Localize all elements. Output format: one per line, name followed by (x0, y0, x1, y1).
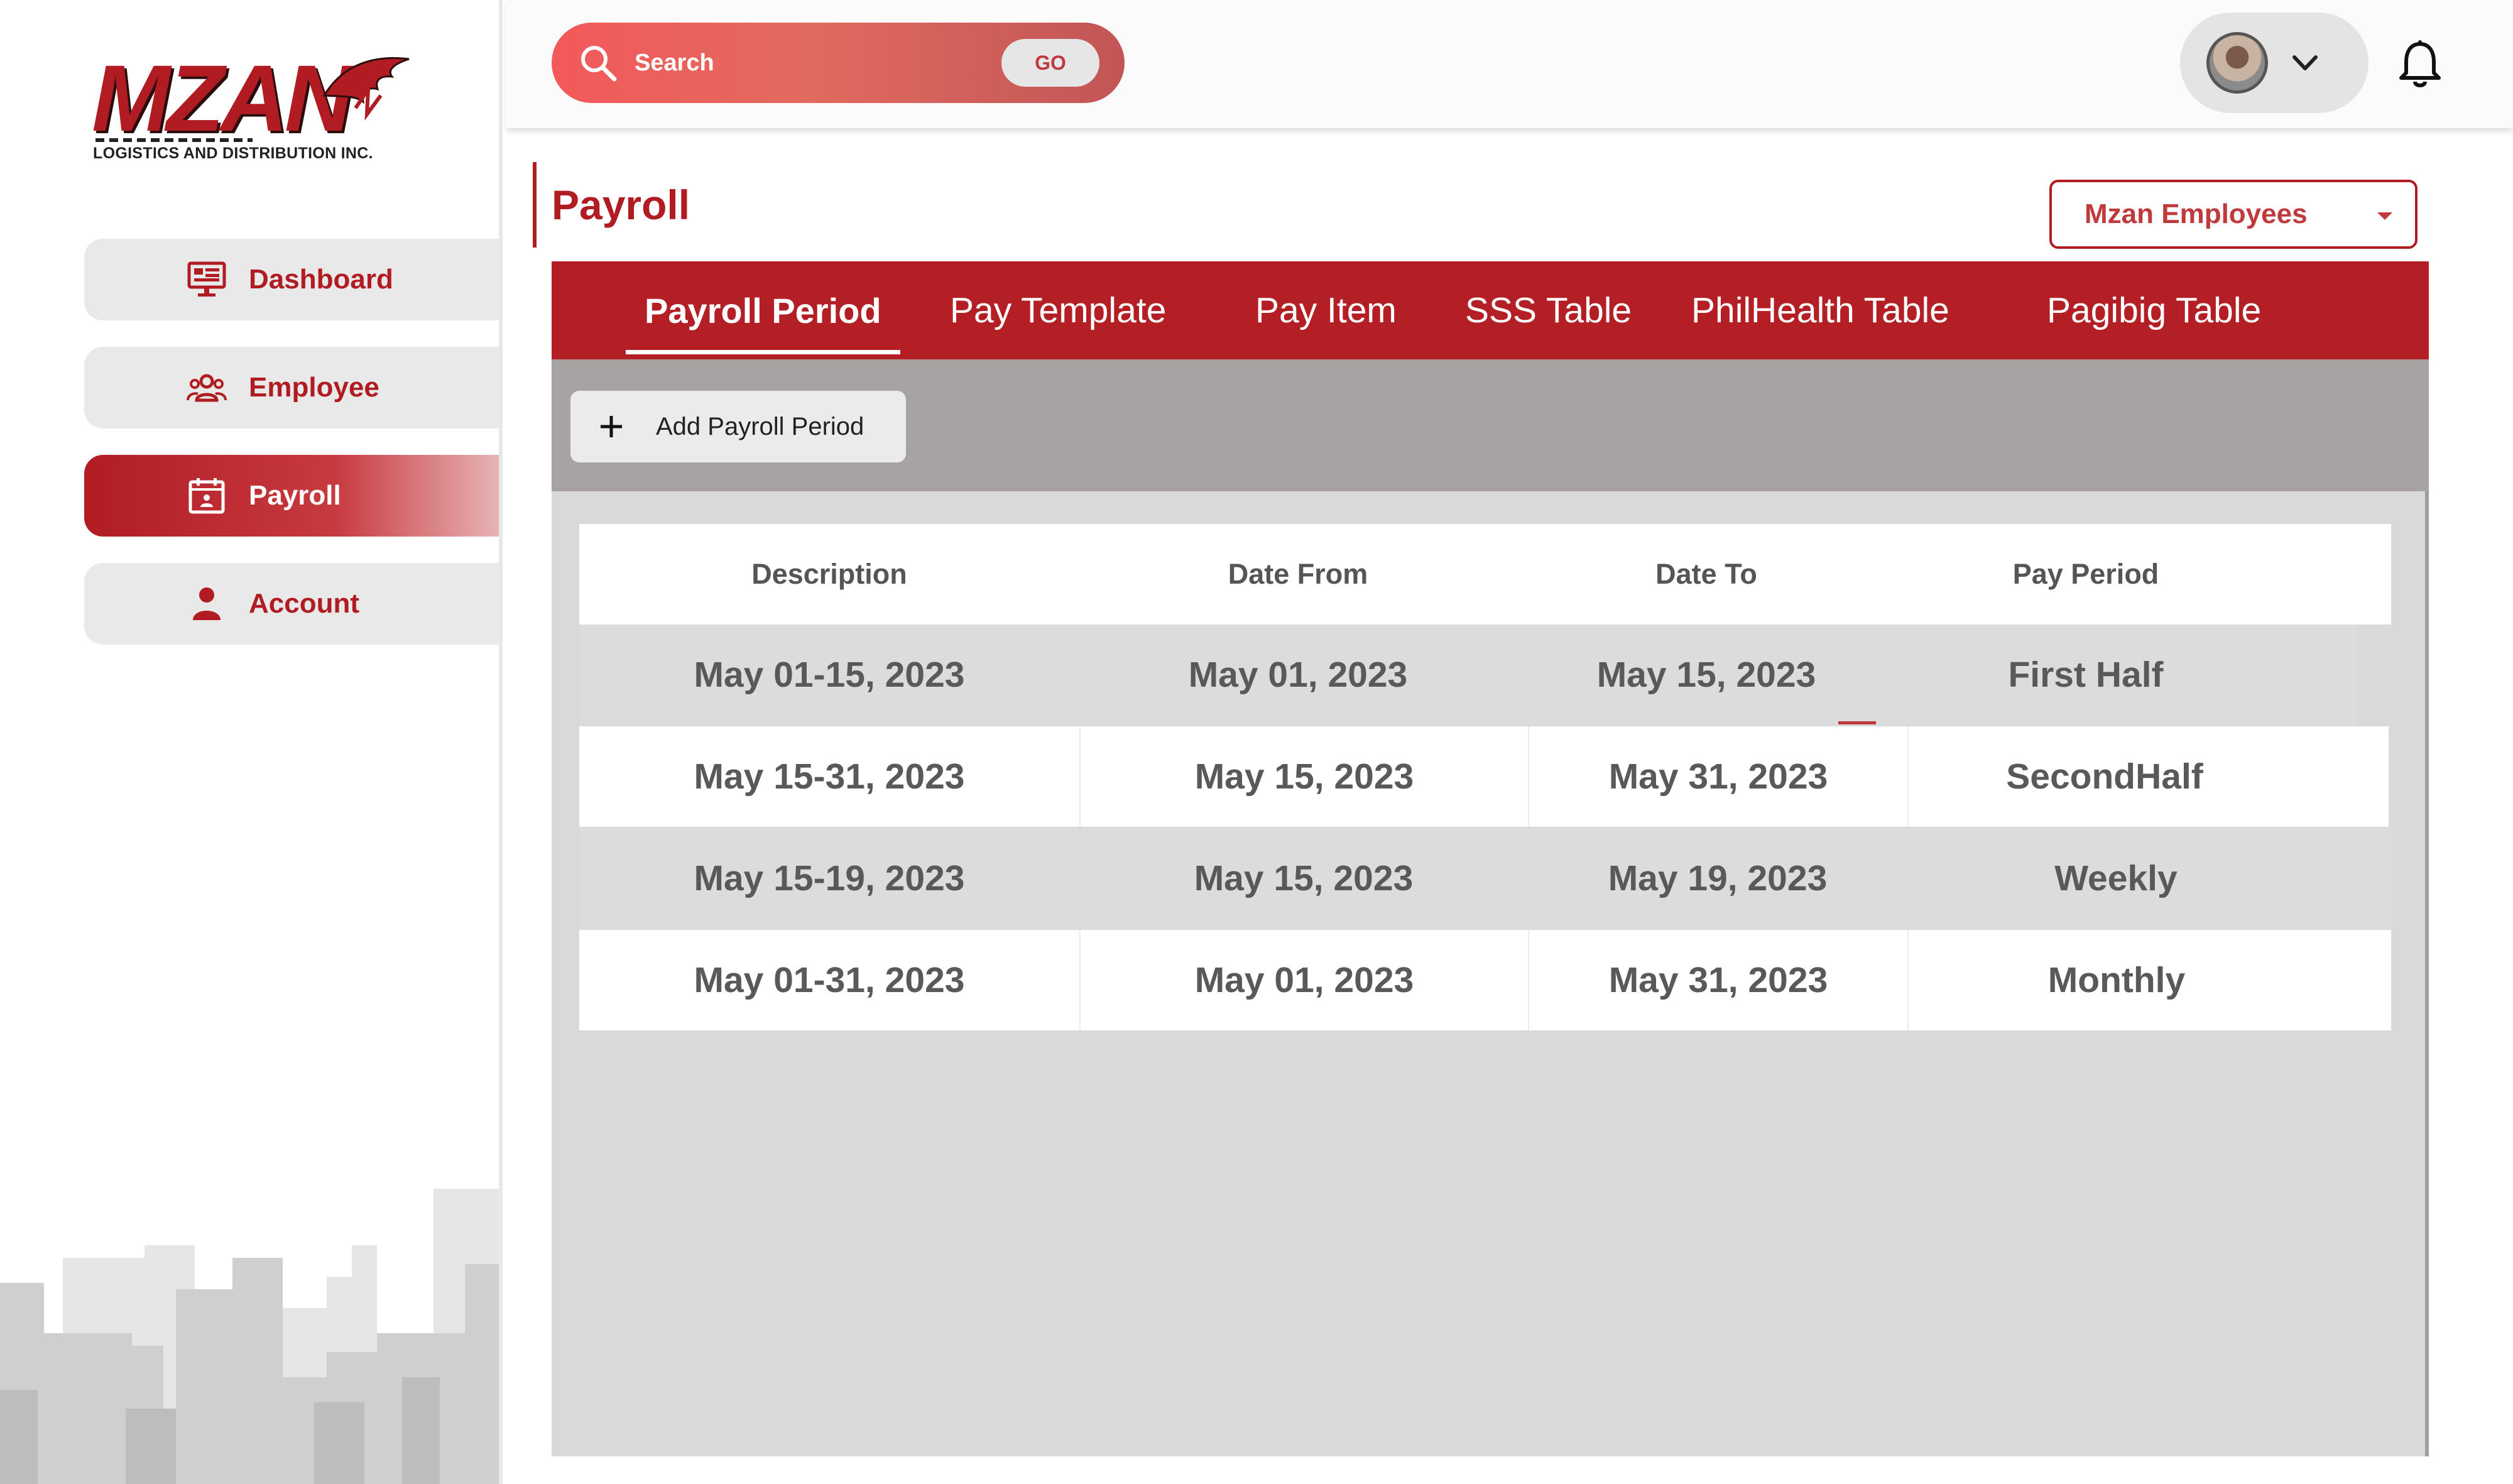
page-title: Payroll (552, 182, 690, 228)
tab-pay-template[interactable]: Pay Template (950, 261, 1166, 359)
search-icon (581, 46, 617, 82)
table-row[interactable]: May 01-15, 2023 May 01, 2023 May 15, 202… (579, 625, 2357, 725)
sidebar-item-dashboard[interactable]: Dashboard (84, 239, 499, 320)
add-payroll-period-button[interactable]: Add Payroll Period (570, 391, 906, 462)
add-button-label: Add Payroll Period (656, 412, 864, 440)
company-logo[interactable]: MZAN LOGISTICS AND DISTRIBUTION INC. (92, 48, 418, 173)
logo-subtitle: LOGISTICS AND DISTRIBUTION INC. (93, 145, 373, 162)
cell-pay-period: First Half (2008, 655, 2164, 695)
sidebar-item-account[interactable]: Account (84, 563, 499, 645)
search-bar: GO (552, 23, 1125, 103)
cell-date-from: May 01, 2023 (1079, 930, 1528, 1030)
tab-pay-item[interactable]: Pay Item (1255, 261, 1397, 359)
cell-date-from: May 15, 2023 (1079, 726, 1528, 827)
tab-payroll-period[interactable]: Payroll Period (626, 261, 900, 359)
user-icon (185, 582, 229, 626)
cell-date-to: May 31, 2023 (1528, 726, 1907, 827)
plus-icon (601, 416, 622, 437)
monitor-icon (185, 258, 229, 302)
cell-date-from: May 01, 2023 (1188, 655, 1408, 695)
cell-pay-period: Monthly (1907, 930, 2325, 1030)
column-header-date-from[interactable]: Date From (1079, 524, 1517, 625)
company-select[interactable]: Mzan Employees (2049, 180, 2418, 249)
cell-date-to: May 19, 2023 (1608, 858, 1828, 898)
caret-down-icon (2377, 212, 2392, 220)
sidebar-item-label: Employee (249, 372, 379, 403)
sidebar: MZAN LOGISTICS AND DISTRIBUTION INC. Das… (0, 0, 503, 1484)
table-toolbar: Add Payroll Period (552, 359, 2429, 491)
cell-description: May 15-31, 2023 (694, 756, 965, 797)
tab-pagibig-table[interactable]: Pagibig Table (2047, 261, 2261, 359)
table-row[interactable]: May 01-31, 2023 May 01, 2023 May 31, 202… (579, 930, 2391, 1030)
users-icon (185, 366, 229, 410)
table-panel: Description Date From Date To Pay Period… (552, 491, 2429, 1456)
bell-icon[interactable] (2396, 39, 2444, 89)
scroll-indicator[interactable] (1838, 721, 1876, 724)
cell-description: May 01-15, 2023 (694, 655, 965, 695)
sidebar-item-label: Payroll (249, 480, 341, 511)
title-accent-bar (533, 162, 537, 248)
sidebar-item-employee[interactable]: Employee (84, 347, 499, 428)
city-skyline-illustration (0, 1189, 499, 1484)
cell-pay-period: SecondHalf (1907, 726, 2301, 827)
calendar-user-icon (185, 474, 229, 518)
table-row[interactable]: May 15-19, 2023 May 15, 2023 May 19, 202… (579, 828, 2391, 929)
cell-description: May 15-19, 2023 (694, 858, 965, 898)
company-select-value: Mzan Employees (2085, 199, 2308, 229)
search-input[interactable] (635, 49, 986, 77)
chevron-down-icon (2292, 55, 2318, 70)
tab-sss-table[interactable]: SSS Table (1465, 261, 1632, 359)
column-header-description[interactable]: Description (579, 524, 1079, 625)
eagle-icon (322, 57, 410, 121)
avatar (2206, 32, 2268, 94)
cell-description: May 01-31, 2023 (694, 960, 965, 1000)
sidebar-item-label: Account (249, 588, 359, 619)
top-header: GO (506, 0, 2513, 128)
cell-date-to: May 31, 2023 (1528, 930, 1907, 1030)
tab-philhealth-table[interactable]: PhilHealth Table (1691, 261, 1949, 359)
table-header-row: Description Date From Date To Pay Period (579, 524, 2391, 625)
table-row[interactable]: May 15-31, 2023 May 15, 2023 May 31, 202… (579, 726, 2389, 827)
column-header-pay-period[interactable]: Pay Period (1896, 524, 2276, 625)
tab-bar: Payroll Period Pay Template Pay Item SSS… (552, 261, 2429, 359)
cell-date-from: May 15, 2023 (1194, 858, 1414, 898)
cell-pay-period: Weekly (2054, 858, 2178, 898)
logo-wordmark: MZAN (92, 45, 352, 151)
go-button[interactable]: GO (1001, 39, 1099, 87)
logo-divider (95, 138, 253, 142)
user-menu[interactable] (2180, 13, 2369, 113)
sidebar-item-payroll[interactable]: Payroll (84, 455, 499, 537)
column-header-date-to[interactable]: Date To (1517, 524, 1896, 625)
cell-date-to: May 15, 2023 (1596, 655, 1816, 695)
sidebar-item-label: Dashboard (249, 264, 393, 295)
